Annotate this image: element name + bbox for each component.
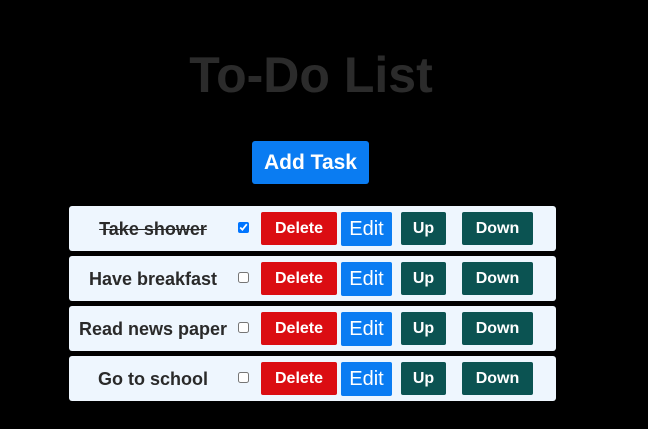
edit-button[interactable]: Edit	[341, 262, 392, 296]
move-up-button[interactable]: Up	[401, 212, 446, 245]
task-text: Take shower	[99, 218, 207, 239]
task-complete-checkbox[interactable]	[238, 322, 249, 333]
delete-button[interactable]: Delete	[261, 212, 337, 245]
move-up-button[interactable]: Up	[401, 262, 446, 295]
move-up-button[interactable]: Up	[401, 312, 446, 345]
task-row: Go to school Delete Edit Up Down	[69, 356, 556, 401]
task-complete-checkbox[interactable]	[238, 272, 249, 283]
move-down-button[interactable]: Down	[462, 362, 533, 395]
task-row: Read news paper Delete Edit Up Down	[69, 306, 556, 351]
delete-button[interactable]: Delete	[261, 362, 337, 395]
move-up-button[interactable]: Up	[401, 362, 446, 395]
edit-button[interactable]: Edit	[341, 312, 392, 346]
page-title: To-Do List	[189, 47, 433, 103]
delete-button[interactable]: Delete	[261, 262, 337, 295]
task-row: Take shower Delete Edit Up Down	[69, 206, 556, 251]
task-text: Read news paper	[78, 318, 228, 339]
task-text: Go to school	[98, 368, 208, 389]
edit-button[interactable]: Edit	[341, 362, 392, 396]
move-down-button[interactable]: Down	[462, 212, 533, 245]
add-task-button[interactable]: Add Task	[252, 141, 369, 184]
task-text: Have breakfast	[88, 268, 218, 289]
task-complete-checkbox[interactable]	[238, 222, 249, 233]
todo-app: To-Do List Add Task Take shower Delete E…	[0, 0, 648, 429]
task-list: Take shower Delete Edit Up Down Have bre…	[69, 206, 556, 406]
task-complete-checkbox[interactable]	[238, 372, 249, 383]
move-down-button[interactable]: Down	[462, 312, 533, 345]
edit-button[interactable]: Edit	[341, 212, 392, 246]
delete-button[interactable]: Delete	[261, 312, 337, 345]
move-down-button[interactable]: Down	[462, 262, 533, 295]
task-row: Have breakfast Delete Edit Up Down	[69, 256, 556, 301]
